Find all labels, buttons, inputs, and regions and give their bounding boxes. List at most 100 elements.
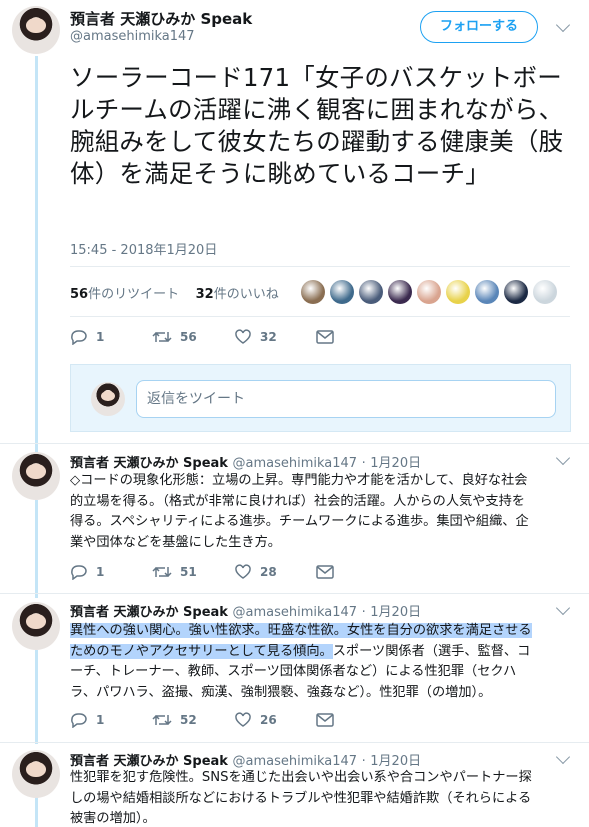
reply-count: 1 [96,713,105,727]
liker-avatar[interactable] [359,280,383,304]
likes-stat[interactable]: 32件のいいね [196,287,279,302]
liker-avatar[interactable] [504,280,528,304]
retweets-label: 件のリツイート [88,287,180,302]
tweet-date: 1月20日 [370,605,422,620]
liker-avatar[interactable] [446,280,470,304]
liker-avatar[interactable] [388,280,412,304]
thread-line [35,56,38,454]
retweet-icon [152,566,172,578]
tweet-text: 異性への強い関心。強い性欲求。旺盛な性欲。女性を自分の欲求を満足させる ためのモ… [70,621,570,703]
author-handle: @amasehimika147 [232,456,358,471]
chevron-down-icon[interactable] [555,17,571,33]
divider [0,742,589,743]
avatar[interactable] [12,750,60,798]
text-line: ◇コードの現象化形態：立場の上昇。専門能力や才能を活かして、良好な社会 [70,473,528,488]
thread-line [35,500,38,598]
liker-avatar[interactable] [475,280,499,304]
reply-button[interactable]: 1 [70,564,152,580]
avatar[interactable] [12,602,60,650]
text-line: 業や団体などを基盤にした生き方。 [70,534,281,550]
like-button[interactable]: 28 [234,564,316,580]
reply-icon [71,330,87,345]
chevron-down-icon[interactable] [555,600,571,616]
reply-header[interactable]: 預言者 天瀬ひみか Speak @amasehimika147 · 1月20日 [70,452,421,471]
tweet-date: 1月20日 [370,754,422,769]
text-line: 得る。スペシャリティによる進歩。チームワークによる進歩。集団や組織、企 [70,514,529,529]
reply-button[interactable]: 1 [70,712,152,728]
reply-icon [71,713,87,728]
thread-line [35,650,38,744]
retweets-count: 56 [70,287,89,302]
reply-header[interactable]: 預言者 天瀬ひみか Speak @amasehimika147 · 1月20日 [70,750,421,769]
retweet-icon [152,331,172,343]
highlighted-text: 異性への強い関心。強い性欲求。旺盛な性欲。女性を自分の欲求を満足させる [70,623,532,638]
reply-count: 1 [96,330,105,344]
avatar[interactable] [12,452,60,500]
dot-separator: · [361,605,366,620]
envelope-icon [316,713,334,727]
tweet-text: ソーラーコード171「女子のバスケットボールチームの活躍に沸く観客に囲まれながら… [70,63,564,188]
author-handle[interactable]: @amasehimika147 [70,29,195,44]
retweet-button[interactable]: 52 [152,712,234,728]
dot-separator: · [361,456,366,471]
liker-avatar[interactable] [330,280,354,304]
like-button[interactable]: 26 [234,712,316,728]
envelope-icon [316,565,334,579]
author-name: 預言者 天瀬ひみか Speak [70,754,228,769]
retweet-count: 56 [180,330,197,344]
envelope-icon [316,330,334,344]
like-count: 32 [260,330,277,344]
divider [70,266,570,267]
text-line: 性犯罪を犯す危険性。SNSを通じた出会いや出会い系や合コンやパートナー探 [70,770,532,785]
author-name: 預言者 天瀬ひみか Speak [70,456,228,471]
retweet-count: 51 [180,565,197,579]
author-handle: @amasehimika147 [232,754,358,769]
chevron-down-icon[interactable] [555,749,571,765]
reply-composer: 返信をツイート [70,364,571,432]
follow-button[interactable]: フォローする [420,11,538,43]
dot-separator: · [361,754,366,769]
tweet-text: ◇コードの現象化形態：立場の上昇。専門能力や才能を活かして、良好な社会 的立場を… [70,471,570,553]
author-name[interactable]: 預言者 天瀬ひみか Speak [70,8,252,29]
direct-message-button[interactable] [316,330,398,344]
retweets-stat[interactable]: 56件のリツイート [70,287,179,302]
liker-avatars [301,280,557,304]
text-line: 的立場を得る。（格式が非常に良ければ）社会的活躍。人からの人気や支持を [70,493,525,509]
divider [0,593,589,594]
likes-label: 件のいいね [213,287,279,302]
text-line: 異性への強い関心。強い性欲求。旺盛な性欲。女性を自分の欲求を満足させる [70,621,570,642]
thread-line [35,796,38,827]
liker-avatar[interactable] [533,280,557,304]
engagement-stats: 56件のリツイート 32件のいいね [70,283,279,302]
text-line: しの場や結婚相談所などにおけるトラブルや性犯罪や結婚詐欺（それらによる [70,790,532,806]
like-count: 28 [260,565,277,579]
heart-icon [235,564,251,579]
liker-avatar[interactable] [301,280,325,304]
liker-avatar[interactable] [417,280,441,304]
text-tail: スポーツ関係者（選手、監督、コ [332,643,531,659]
text-line: 被害の増加）。 [70,811,156,826]
retweet-button[interactable]: 56 [152,329,234,345]
like-count: 26 [260,713,277,727]
direct-message-button[interactable] [316,565,398,579]
retweet-button[interactable]: 51 [152,564,234,580]
text-line: ためのモノやアクセサリーとして見る傾向。スポーツ関係者（選手、監督、コ [70,642,570,663]
reply-icon [71,565,87,580]
like-button[interactable]: 32 [234,329,316,345]
tweet-timestamp[interactable]: 15:45 - 2018年1月20日 [70,239,217,258]
tweet-actions: 1 51 28 [70,564,398,580]
retweet-count: 52 [180,713,197,727]
avatar[interactable] [12,6,60,54]
likes-count: 32 [195,287,214,302]
retweet-icon [152,714,172,726]
chevron-down-icon[interactable] [555,450,571,466]
reply-button[interactable]: 1 [70,329,152,345]
highlighted-text: ためのモノやアクセサリーとして見る傾向。 [70,643,333,659]
direct-message-button[interactable] [316,713,398,727]
author-handle: @amasehimika147 [232,605,358,620]
reply-input[interactable]: 返信をツイート [136,380,556,418]
author-name: 預言者 天瀬ひみか Speak [70,605,228,620]
text-line: ラ、パワハラ、盗撮、痴漢、強制猥褻、強姦など）。性犯罪（の増加）。 [70,684,492,700]
reply-header[interactable]: 預言者 天瀬ひみか Speak @amasehimika147 · 1月20日 [70,601,421,620]
tweet-actions: 1 52 26 [70,712,398,728]
